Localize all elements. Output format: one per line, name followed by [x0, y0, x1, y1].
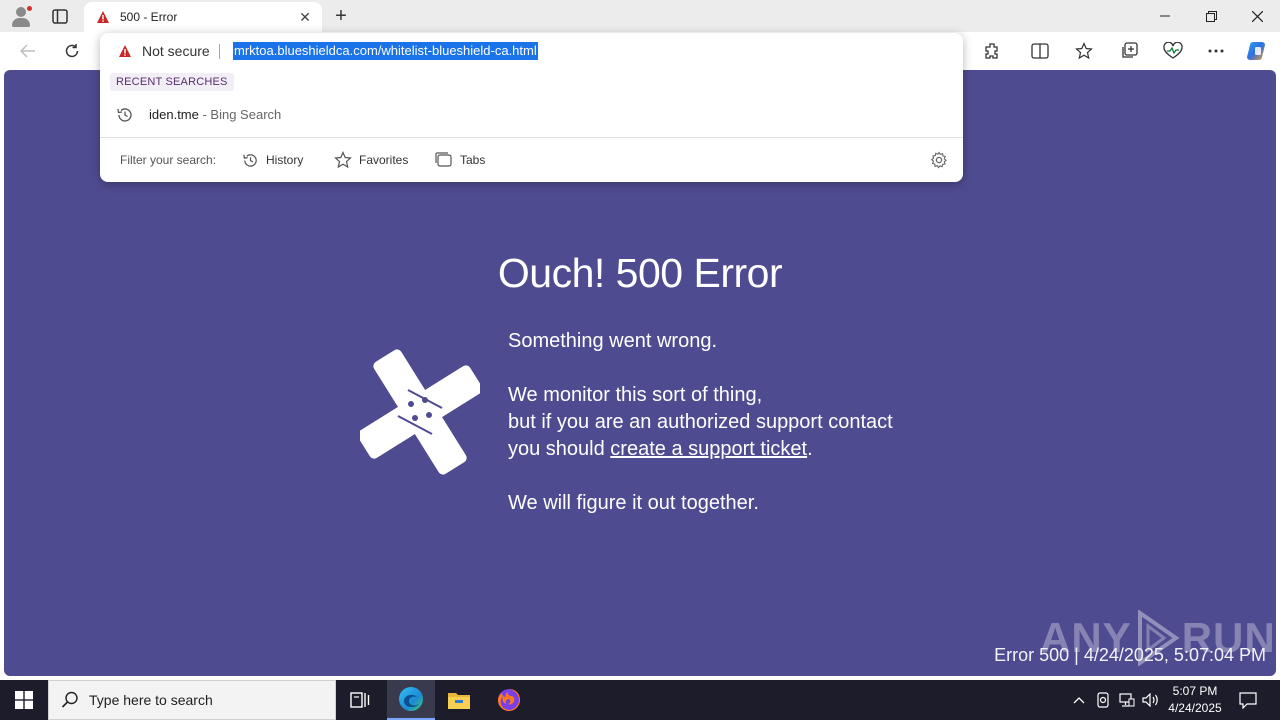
extensions-icon[interactable] [980, 40, 1004, 62]
taskbar-search-input[interactable] [89, 692, 329, 708]
message-line: We will figure it out together. [508, 492, 759, 514]
browser-essentials-icon[interactable] [1161, 40, 1185, 62]
search-icon [61, 691, 78, 708]
windows-taskbar: 5:07 PM 4/24/2025 [0, 680, 1280, 720]
warning-favicon-icon [97, 11, 109, 23]
profile-icon[interactable] [10, 5, 34, 27]
suggestion-text: iden.tme - Bing Search [149, 107, 281, 122]
reload-icon[interactable] [60, 40, 84, 62]
file-explorer-icon[interactable] [435, 680, 483, 720]
suggestion-term: iden.tme [149, 107, 199, 122]
windows-start-icon[interactable] [0, 680, 48, 720]
notifications-icon[interactable] [1236, 680, 1260, 720]
page-title: Ouch! 500 Error [497, 250, 783, 296]
suggestion-item[interactable]: iden.tme - Bing Search [100, 103, 963, 129]
task-view-icon[interactable] [336, 680, 384, 720]
filter-label-text: Favorites [359, 153, 409, 167]
recent-searches-heading: RECENT SEARCHES [110, 73, 234, 91]
suggestion-source: - Bing Search [198, 107, 282, 122]
tab-close-icon[interactable]: ✕ [296, 8, 314, 26]
minimize-icon[interactable] [1142, 0, 1188, 32]
favorites-icon[interactable] [1072, 40, 1096, 62]
tray-overflow-icon[interactable] [1068, 680, 1090, 720]
tab-actions-icon[interactable] [50, 7, 70, 25]
filter-label: Filter your search: [120, 153, 217, 167]
edge-taskbar-icon[interactable] [387, 680, 435, 720]
bandage-icon [360, 349, 480, 475]
close-window-icon[interactable] [1234, 0, 1280, 32]
gear-icon[interactable] [930, 151, 948, 169]
address-bar-dropdown: Not secure mrktoa.blueshieldca.com/white… [100, 33, 963, 182]
new-tab-icon[interactable]: + [330, 5, 352, 27]
error-footer: Error 500 | 4/24/2025, 5:07:04 PM [994, 645, 1266, 665]
split-screen-icon[interactable] [1028, 40, 1052, 62]
network-icon[interactable] [1116, 680, 1138, 720]
filter-history-button[interactable]: History [242, 150, 303, 170]
device-icon[interactable] [1092, 680, 1114, 720]
not-secure-warning-icon[interactable] [118, 44, 132, 58]
security-label[interactable]: Not secure [142, 43, 210, 59]
history-icon [243, 153, 257, 167]
copilot-icon[interactable] [1246, 40, 1270, 62]
firefox-icon[interactable] [485, 680, 533, 720]
message-fragment: you should [508, 438, 611, 460]
more-menu-icon[interactable] [1204, 40, 1228, 62]
message-line: We monitor this sort of thing, [508, 384, 763, 406]
message-fragment: . [807, 438, 813, 460]
clock-time: 5:07 PM [1172, 684, 1218, 698]
filter-label-text: Tabs [460, 153, 486, 167]
volume-icon[interactable] [1140, 680, 1162, 720]
create-support-ticket-link[interactable]: create a support ticket [610, 438, 807, 460]
message-line: you should create a support ticket. [508, 436, 893, 463]
restore-icon[interactable] [1188, 0, 1234, 32]
message-line: Something went wrong. [508, 330, 718, 352]
filter-favorites-button[interactable]: Favorites [334, 150, 408, 170]
tab-title: 500 - Error [120, 10, 178, 24]
message-line: but if you are an authorized support con… [508, 411, 893, 433]
address-separator [219, 44, 220, 59]
back-icon[interactable] [16, 40, 40, 62]
filter-label-text: History [266, 153, 304, 167]
clock-date: 4/24/2025 [1168, 701, 1222, 715]
history-clock-icon [117, 108, 132, 122]
browser-titlebar: 500 - Error ✕ + [0, 0, 1280, 32]
error-message: Something went wrong. We monitor this so… [508, 328, 893, 517]
system-clock[interactable]: 5:07 PM 4/24/2025 [1160, 683, 1230, 717]
tabs-icon [435, 152, 452, 167]
dropdown-divider [100, 137, 963, 138]
url-input[interactable]: mrktoa.blueshieldca.com/whitelist-bluesh… [233, 42, 538, 60]
star-icon [334, 151, 352, 169]
tab-active[interactable]: 500 - Error ✕ [84, 2, 322, 32]
filter-tabs-button[interactable]: Tabs [435, 150, 485, 170]
collections-icon[interactable] [1117, 40, 1141, 62]
taskbar-search[interactable] [48, 680, 336, 720]
